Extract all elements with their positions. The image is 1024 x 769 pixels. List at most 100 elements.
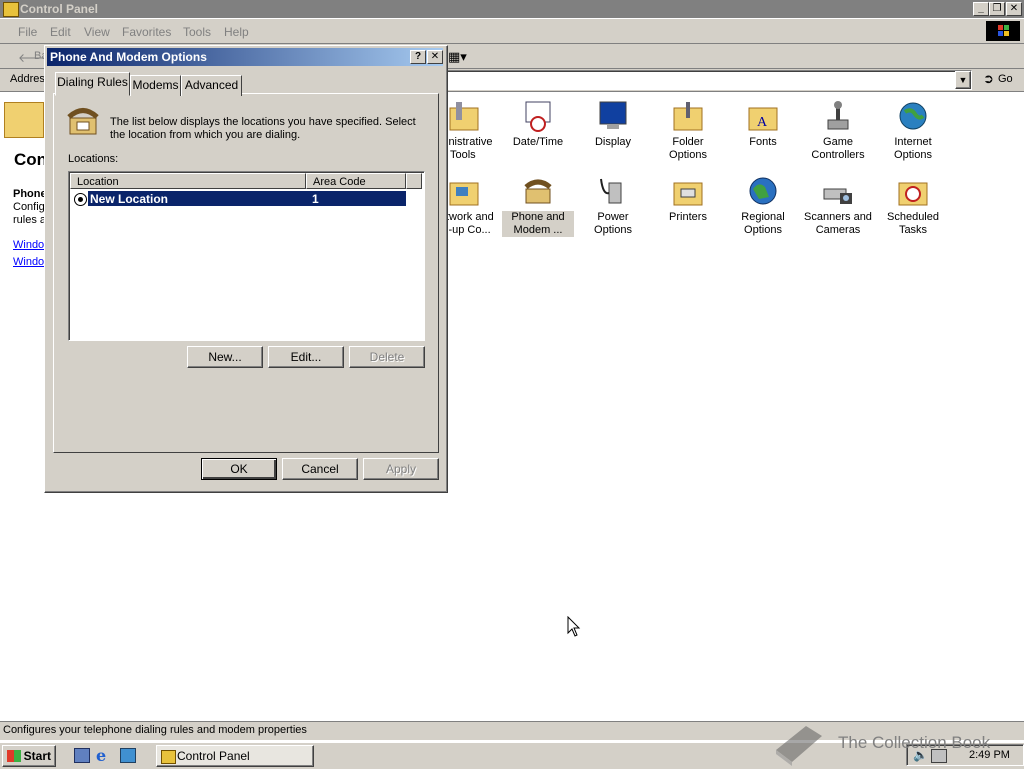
power-options-label: Power Options [594, 211, 632, 236]
start-label: Start [23, 749, 51, 763]
menu-help[interactable]: Help [224, 25, 249, 39]
location-radio-dot [78, 197, 83, 202]
views-icon[interactable]: ▦▾ [448, 49, 467, 65]
menu-file[interactable]: File [18, 25, 37, 39]
scheduled-tasks-item[interactable]: Scheduled Tasks [877, 175, 949, 237]
scanner-camera-icon [822, 175, 854, 207]
dialog-title-bar[interactable]: Phone And Modem Options ? ✕ [47, 48, 443, 66]
internet-options-label-2: Options [894, 149, 932, 161]
main-window-title: Control Panel [20, 2, 99, 16]
joystick-icon [822, 100, 854, 132]
show-desktop-icon[interactable] [74, 748, 90, 763]
restore-button[interactable]: ❐ [989, 2, 1005, 16]
display-label: Display [594, 136, 632, 148]
control-panel-large-icon [4, 102, 44, 138]
ok-button[interactable]: OK [201, 458, 277, 480]
network-dialup-label-2: l-up Co... [446, 224, 491, 236]
date-time-item[interactable]: Date/Time [502, 100, 574, 149]
location-area-code: 1 [312, 192, 319, 206]
close-button[interactable]: ✕ [1006, 2, 1022, 16]
tab-advanced[interactable]: Advanced [181, 75, 242, 96]
edit-location-button[interactable]: Edit... [268, 346, 344, 368]
location-row[interactable]: New Location 1 [88, 191, 406, 206]
scheduled-tasks-label-2: Tasks [898, 224, 928, 236]
menu-bar: File Edit View Favorites Tools Help [0, 19, 1024, 44]
game-controllers-label-2: Controllers [811, 149, 865, 161]
internet-explorer-icon[interactable]: e [96, 746, 106, 765]
go-button-label[interactable]: Go [998, 73, 1013, 85]
start-windows-icon [7, 750, 21, 762]
telephone-icon [522, 175, 554, 207]
delete-location-button[interactable]: Delete [349, 346, 425, 368]
main-title-bar[interactable]: Control Panel _ ❐ ✕ [0, 0, 1024, 18]
new-location-button[interactable]: New... [187, 346, 263, 368]
phone-dialing-icon [66, 104, 100, 136]
watermark-text: The Collection Book [838, 733, 991, 752]
scanners-cameras-item[interactable]: Scanners and Cameras [802, 175, 874, 237]
fonts-folder-icon: A [747, 100, 779, 132]
power-options-item[interactable]: Power Options [577, 175, 649, 237]
webview-link-1[interactable]: Windo [13, 239, 44, 251]
globe-icon [897, 100, 929, 132]
address-dropdown-button[interactable]: ▼ [955, 71, 971, 89]
admin-tools-label-1: inistrative [446, 136, 493, 148]
column-header-area-code[interactable]: Area Code [306, 173, 406, 189]
phone-modem-item[interactable]: Phone and Modem ... [502, 175, 574, 237]
tab-dialing-rules[interactable]: Dialing Rules [55, 72, 130, 96]
help-button[interactable]: ? [410, 50, 426, 64]
tab-modems[interactable]: Modems [130, 75, 181, 96]
menu-tools[interactable]: Tools [183, 25, 211, 39]
location-radio[interactable] [74, 193, 87, 206]
dialog-title: Phone And Modem Options [50, 50, 207, 64]
game-controllers-label-1: Game [823, 136, 853, 148]
power-plug-icon [597, 175, 629, 207]
network-folder-icon [448, 175, 480, 207]
location-name: New Location [90, 192, 169, 206]
fonts-item[interactable]: A Fonts [727, 100, 799, 149]
webview-item-name: Phone [13, 188, 47, 200]
dialog-close-button[interactable]: ✕ [427, 50, 443, 64]
cancel-button[interactable]: Cancel [282, 458, 358, 480]
admin-tools-item[interactable]: inistrative Tools [446, 100, 502, 162]
start-button[interactable]: Start [2, 745, 56, 767]
printers-folder-icon [672, 175, 704, 207]
phone-modem-label-2: Modem ... [502, 224, 574, 237]
world-globe-icon [747, 175, 779, 207]
taskbar-control-panel[interactable]: Control Panel [156, 745, 314, 767]
locations-label: Locations: [68, 153, 119, 165]
internet-options-label-1: Internet [894, 136, 932, 148]
webview-link-2[interactable]: Windo [13, 256, 44, 268]
scheduled-tasks-label-1: Scheduled [887, 211, 939, 223]
minimize-button[interactable]: _ [973, 2, 989, 16]
webview-desc-line-2: rules a [13, 214, 47, 226]
menu-edit[interactable]: Edit [50, 25, 71, 39]
folder-options-label: Folder Options [669, 136, 707, 161]
regional-options-item[interactable]: Regional Options [727, 175, 799, 237]
date-time-label: Date/Time [512, 136, 564, 148]
taskbar-control-panel-icon [161, 750, 176, 764]
menu-view[interactable]: View [84, 25, 110, 39]
display-item[interactable]: Display [577, 100, 649, 149]
scheduled-tasks-icon [897, 175, 929, 207]
apply-button[interactable]: Apply [363, 458, 439, 480]
internet-options-item[interactable]: Internet Options [877, 100, 949, 162]
status-text: Configures your telephone dialing rules … [3, 724, 307, 736]
game-controllers-item[interactable]: Game Controllers [802, 100, 874, 162]
printers-item[interactable]: Printers [652, 175, 724, 224]
webview-title: Con [14, 150, 48, 169]
folder-options-icon [672, 100, 704, 132]
windows-logo-icon [986, 21, 1020, 41]
printers-label: Printers [669, 211, 707, 223]
admin-tools-icon [448, 100, 480, 132]
menu-favorites[interactable]: Favorites [122, 25, 171, 39]
network-dialup-item[interactable]: twork and l-up Co... [446, 175, 502, 237]
book-logo-icon [772, 720, 826, 769]
folder-options-item[interactable]: Folder Options [652, 100, 724, 162]
dialing-rules-intro: The list below displays the locations yo… [110, 116, 416, 141]
go-arrow-icon[interactable]: ➲ [983, 71, 994, 87]
column-header-filler [406, 173, 422, 189]
column-header-location[interactable]: Location [70, 173, 306, 189]
control-panel-icon [3, 2, 19, 17]
outlook-express-icon[interactable] [120, 748, 136, 763]
address-label: Addres [10, 73, 45, 85]
